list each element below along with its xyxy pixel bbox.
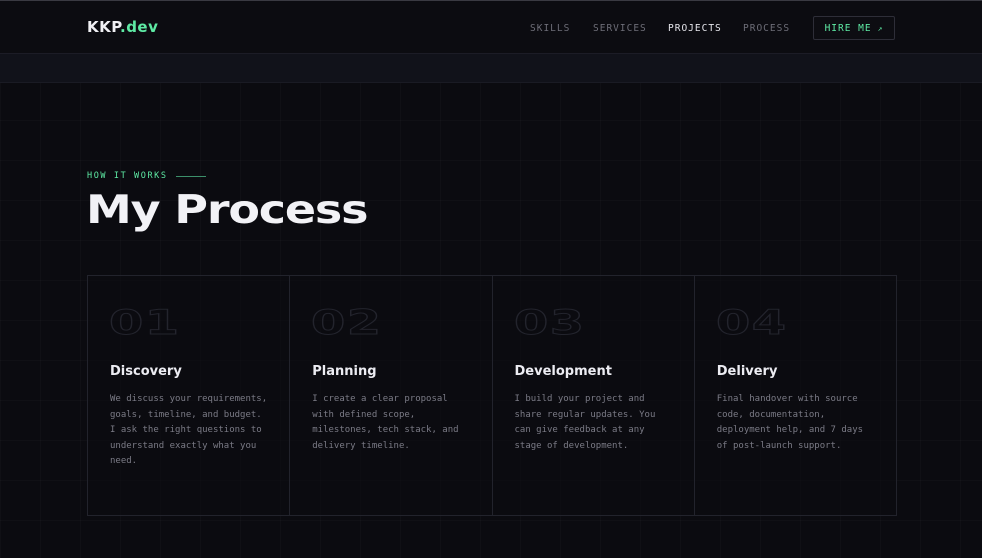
hire-me-label: HIRE ME xyxy=(824,22,872,34)
process-step-card: 03 Development I build your project and … xyxy=(493,276,695,515)
process-step-card: 04 Delivery Final handover with source c… xyxy=(695,276,896,515)
step-title: Development xyxy=(514,364,612,379)
step-title: Discovery xyxy=(110,364,182,379)
nav-link-services[interactable]: SERVICES xyxy=(593,23,647,34)
section-title: My Process xyxy=(86,188,369,233)
eyebrow-text: HOW IT WORKS xyxy=(87,171,168,181)
arrow-up-right-icon: ↗ xyxy=(877,23,884,33)
section-eyebrow: HOW IT WORKS xyxy=(87,171,206,181)
nav-link-skills[interactable]: SKILLS xyxy=(530,23,570,34)
step-number: 01 xyxy=(108,303,181,343)
navbar: KKP.dev SKILLS SERVICES PROJECTS PROCESS… xyxy=(0,1,982,54)
step-title: Delivery xyxy=(716,364,778,379)
step-title: Planning xyxy=(312,364,377,379)
nav-link-process[interactable]: PROCESS xyxy=(743,23,790,34)
navbar-sub-strip xyxy=(0,54,982,83)
process-step-card: 02 Planning I create a clear proposal wi… xyxy=(290,276,493,515)
step-number: 03 xyxy=(513,303,586,343)
step-description: We discuss your requirements, goals, tim… xyxy=(110,394,268,466)
step-number: 02 xyxy=(311,303,383,343)
hire-me-button[interactable]: HIRE ME ↗ xyxy=(813,16,895,40)
process-steps: 01 Discovery We discuss your requirement… xyxy=(87,275,897,516)
step-description: I create a clear proposal with defined s… xyxy=(312,394,459,451)
step-number: 04 xyxy=(715,303,788,343)
process-step-card: 01 Discovery We discuss your requirement… xyxy=(88,276,291,515)
step-description: I build your project and share regular u… xyxy=(514,394,656,451)
eyebrow-divider xyxy=(175,175,206,177)
step-description: Final handover with source code, documen… xyxy=(716,394,864,451)
nav-link-projects[interactable]: PROJECTS xyxy=(668,23,722,34)
